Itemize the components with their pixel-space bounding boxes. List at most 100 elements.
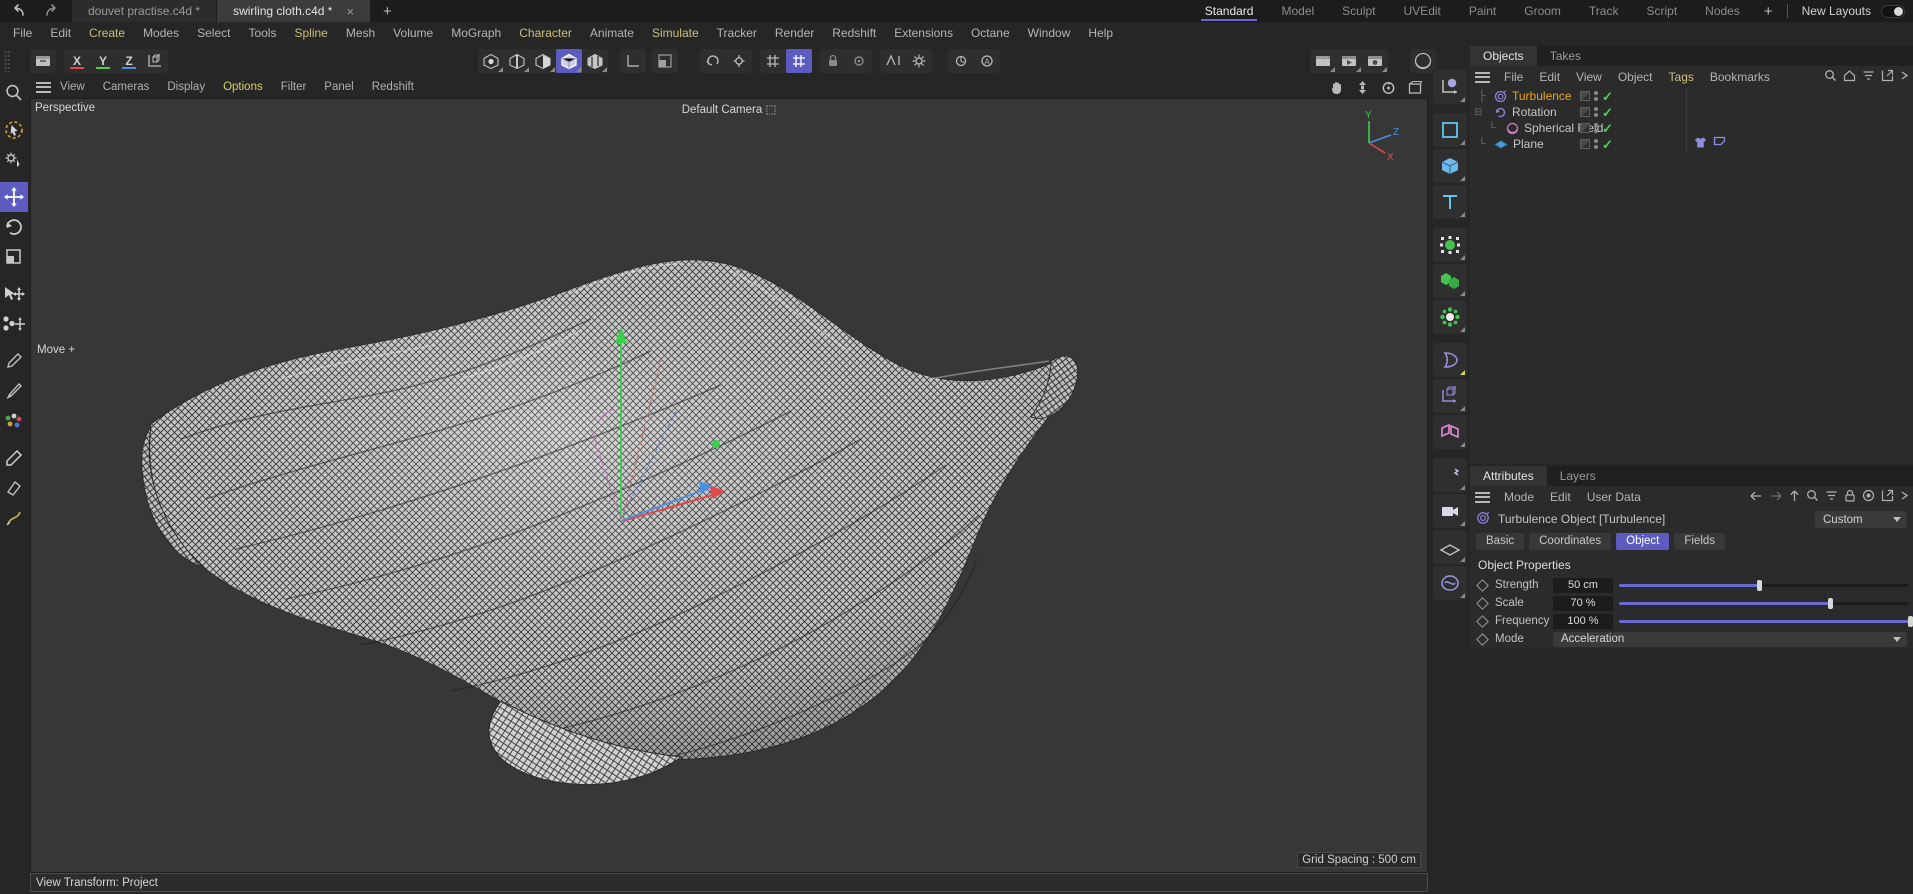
- axis-tool-icon[interactable]: [620, 49, 646, 73]
- enabled-check-icon[interactable]: ✓: [1602, 90, 1613, 103]
- pan-hand-icon[interactable]: [1329, 80, 1344, 98]
- strength-slider[interactable]: [1619, 578, 1913, 593]
- forward-arrow-icon[interactable]: [1769, 490, 1783, 505]
- maximize-viewport-icon[interactable]: [1408, 80, 1423, 98]
- field-object-icon[interactable]: [1433, 415, 1467, 449]
- menu-spline[interactable]: Spline: [285, 22, 336, 44]
- expand-icon[interactable]: [1900, 69, 1910, 85]
- layout-tab-script[interactable]: Script: [1632, 0, 1691, 22]
- live-selection-icon[interactable]: [0, 115, 28, 145]
- objects-menu-view[interactable]: View: [1568, 70, 1610, 84]
- menu-mesh[interactable]: Mesh: [337, 22, 384, 44]
- viewport-3d[interactable]: Perspective Default Camera ⬚ Move + Grid…: [30, 98, 1428, 873]
- sculpt-icon[interactable]: [0, 503, 28, 533]
- lock-icon[interactable]: [820, 49, 846, 73]
- viewport-menu-redshift[interactable]: Redshift: [363, 81, 423, 93]
- external-link-icon[interactable]: [1881, 489, 1894, 505]
- menu-file[interactable]: File: [4, 22, 41, 44]
- objects-menu-object[interactable]: Object: [1610, 70, 1661, 84]
- mode-dropdown[interactable]: Acceleration: [1553, 631, 1907, 647]
- tab-attributes[interactable]: Attributes: [1470, 466, 1547, 486]
- eraser-icon[interactable]: [0, 473, 28, 503]
- annotation-icon[interactable]: A: [974, 49, 1000, 73]
- strength-input[interactable]: 50 cm: [1553, 577, 1613, 593]
- tab-objects[interactable]: Objects: [1470, 46, 1537, 66]
- menu-redshift[interactable]: Redshift: [823, 22, 885, 44]
- layout-tab-sculpt[interactable]: Sculpt: [1328, 0, 1389, 22]
- layout-tab-standard[interactable]: Standard: [1191, 0, 1268, 22]
- editor-visibility-icon[interactable]: [1580, 91, 1590, 101]
- unlock-icon[interactable]: [846, 49, 872, 73]
- animate-keyframe-icon[interactable]: [1476, 632, 1489, 646]
- deformer-icon[interactable]: [880, 49, 906, 73]
- axis-lock-z-button[interactable]: Z: [116, 49, 142, 73]
- menu-mograph[interactable]: MoGraph: [442, 22, 510, 44]
- external-link-icon[interactable]: [1881, 69, 1894, 85]
- paint-dots-icon[interactable]: [0, 406, 28, 436]
- frequency-slider[interactable]: [1619, 614, 1913, 629]
- close-icon[interactable]: ×: [346, 5, 354, 18]
- new-layouts-toggle[interactable]: [1881, 4, 1905, 18]
- attributes-mode-selector[interactable]: Custom: [1815, 511, 1907, 528]
- visibility-dots-icon[interactable]: [1594, 139, 1598, 149]
- tree-row-spherical-field[interactable]: └ Spherical Field ✓: [1470, 120, 1913, 136]
- attr-tab-fields[interactable]: Fields: [1674, 532, 1726, 550]
- animate-keyframe-icon[interactable]: [1476, 614, 1489, 628]
- cloth-tag-icon[interactable]: [1694, 136, 1707, 152]
- menu-simulate[interactable]: Simulate: [643, 22, 708, 44]
- floor-object-icon[interactable]: [1433, 530, 1467, 564]
- attr-tab-coordinates[interactable]: Coordinates: [1529, 532, 1612, 550]
- attributes-menu-mode[interactable]: Mode: [1496, 490, 1542, 504]
- layout-tab-paint[interactable]: Paint: [1455, 0, 1510, 22]
- polygon-mode-icon[interactable]: [530, 49, 556, 73]
- menu-modes[interactable]: Modes: [134, 22, 188, 44]
- search-icon[interactable]: [1806, 489, 1819, 505]
- viewport-menu-options[interactable]: Options: [214, 81, 272, 93]
- tree-row-turbulence[interactable]: ├ Turbulence ✓: [1470, 88, 1913, 104]
- redo-arrow-icon[interactable]: [42, 4, 58, 18]
- move-tool-icon[interactable]: [0, 182, 28, 212]
- snap-move-icon[interactable]: [0, 309, 28, 339]
- editor-visibility-icon[interactable]: [1580, 123, 1590, 133]
- render-region-view-icon[interactable]: [1336, 49, 1362, 73]
- frequency-input[interactable]: 100 %: [1553, 613, 1613, 629]
- menu-select[interactable]: Select: [188, 22, 239, 44]
- viewport-menu-view[interactable]: View: [51, 81, 94, 93]
- workplane-icon[interactable]: [652, 49, 678, 73]
- viewport-menu-panel[interactable]: Panel: [315, 81, 362, 93]
- add-layout-button[interactable]: +: [1754, 0, 1783, 22]
- lock-icon[interactable]: [1844, 489, 1856, 505]
- edge-mode-icon[interactable]: [504, 49, 530, 73]
- search-icon[interactable]: [1824, 69, 1837, 85]
- layout-tab-uvedit[interactable]: UVEdit: [1390, 0, 1455, 22]
- attr-tab-basic[interactable]: Basic: [1476, 532, 1525, 550]
- slider-knob[interactable]: [1908, 615, 1913, 627]
- scale-slider[interactable]: [1619, 596, 1913, 611]
- tab-takes[interactable]: Takes: [1537, 46, 1594, 66]
- viewport-menu-display[interactable]: Display: [158, 81, 214, 93]
- undo-arrow-icon[interactable]: [12, 4, 28, 18]
- editor-visibility-icon[interactable]: [1580, 107, 1590, 117]
- document-tab-2[interactable]: swirling cloth.c4d * ×: [217, 0, 372, 22]
- filter-icon[interactable]: [1825, 489, 1838, 505]
- grid-snap-icon[interactable]: [760, 49, 786, 73]
- menu-edit[interactable]: Edit: [41, 22, 80, 44]
- record-icon[interactable]: [1862, 489, 1875, 505]
- layout-tab-model[interactable]: Model: [1267, 0, 1328, 22]
- scene-axis-icon[interactable]: [1433, 379, 1467, 413]
- light-object-icon[interactable]: [1433, 458, 1467, 492]
- viewport-menu-cameras[interactable]: Cameras: [94, 81, 159, 93]
- text-spline-icon[interactable]: [1433, 185, 1467, 219]
- world-object-axis-icon[interactable]: [142, 49, 168, 73]
- object-tree[interactable]: ├ Turbulence ✓ ⊟ Rotation ✓ └ Spherical …: [1470, 88, 1913, 464]
- render-view-icon[interactable]: [1310, 49, 1336, 73]
- orbit-icon[interactable]: [1381, 80, 1396, 98]
- axis-lock-y-button[interactable]: Y: [90, 49, 116, 73]
- layout-tab-nodes[interactable]: Nodes: [1691, 0, 1754, 22]
- move-object-icon[interactable]: [0, 279, 28, 309]
- measure-icon[interactable]: [948, 49, 974, 73]
- enabled-check-icon[interactable]: ✓: [1602, 106, 1613, 119]
- menu-octane[interactable]: Octane: [962, 22, 1019, 44]
- menu-window[interactable]: Window: [1019, 22, 1080, 44]
- up-arrow-icon[interactable]: [1789, 489, 1800, 505]
